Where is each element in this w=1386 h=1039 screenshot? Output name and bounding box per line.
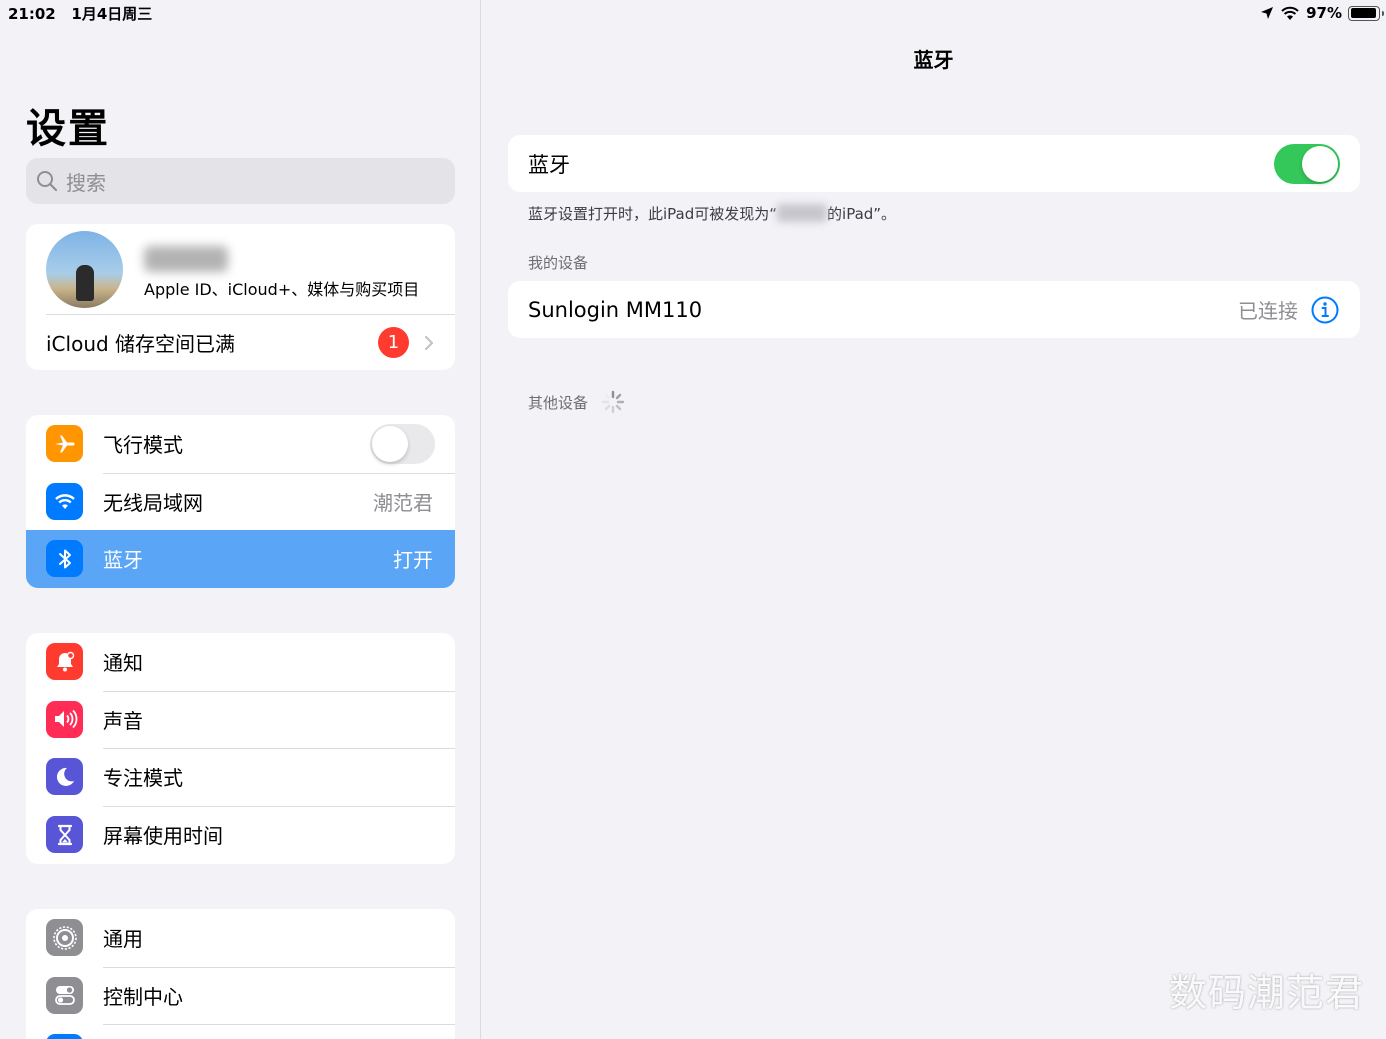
display-icon — [46, 1034, 83, 1039]
sidebar-item-focus[interactable]: 专注模式 — [26, 748, 455, 806]
sidebar-item-label: 专注模式 — [103, 766, 183, 791]
settings-sidebar: 设置 搜索 Apple ID、iCloud+、媒体与购买项目 iCloud 储存… — [0, 0, 481, 1039]
device-name-blurred — [777, 204, 828, 222]
loading-spinner-icon — [601, 390, 625, 414]
sidebar-item-bluetooth[interactable]: 蓝牙 打开 — [26, 530, 455, 588]
device-status: 已连接 — [1238, 299, 1298, 323]
sidebar-item-wifi[interactable]: 无线局域网 潮范君 — [26, 472, 455, 531]
general-group: 通用 控制中心 — [26, 909, 455, 1039]
device-name: Sunlogin MM110 — [528, 297, 703, 322]
page-title: 设置 — [26, 106, 110, 152]
bluetooth-toggle-row: 蓝牙 — [508, 135, 1360, 192]
footnote-suffix: 的iPad”。 — [827, 205, 897, 223]
connectivity-group: 飞行模式 无线局域网 潮范君 蓝牙 打开 — [26, 415, 455, 588]
profile-card: Apple ID、iCloud+、媒体与购买项目 iCloud 储存空间已满 1 — [26, 224, 455, 370]
sidebar-item-next[interactable] — [26, 1024, 455, 1039]
detail-title: 蓝牙 — [913, 48, 954, 72]
sidebar-item-label: 通知 — [103, 651, 143, 676]
bluetooth-label: 蓝牙 — [528, 152, 570, 177]
sidebar-item-label: 蓝牙 — [103, 548, 143, 573]
moon-icon — [46, 758, 83, 796]
footnote-prefix: 蓝牙设置打开时，此iPad可被发现为“ — [528, 205, 778, 223]
avatar — [46, 231, 123, 308]
location-icon — [1261, 7, 1274, 19]
apple-id-row[interactable]: Apple ID、iCloud+、媒体与购买项目 — [26, 224, 455, 314]
icloud-storage-row[interactable]: iCloud 储存空间已满 1 — [26, 314, 455, 370]
bluetooth-status: 打开 — [393, 548, 433, 573]
bluetooth-toggle[interactable] — [1274, 143, 1340, 184]
toggles-icon — [46, 976, 83, 1014]
sidebar-item-notifications[interactable]: 通知 — [26, 633, 455, 691]
speaker-icon — [46, 700, 83, 738]
wifi-icon — [46, 482, 83, 520]
sidebar-item-label: 通用 — [103, 927, 143, 952]
sidebar-item-screen-time[interactable]: 屏幕使用时间 — [26, 805, 455, 864]
profile-name-blurred — [144, 246, 228, 272]
device-row-sunlogin[interactable]: Sunlogin MM110 已连接 — [508, 281, 1360, 338]
battery-percent: 97% — [1306, 4, 1342, 22]
other-devices-header: 其他设备 — [528, 389, 626, 415]
sidebar-item-airplane[interactable]: 飞行模式 — [26, 415, 455, 473]
sidebar-item-label: 控制中心 — [103, 984, 183, 1009]
profile-subtitle: Apple ID、iCloud+、媒体与购买项目 — [144, 280, 420, 299]
sidebar-item-control-center[interactable]: 控制中心 — [26, 966, 455, 1025]
sidebar-item-label: 屏幕使用时间 — [103, 824, 223, 849]
hourglass-icon — [46, 816, 83, 854]
airplane-mode-toggle[interactable] — [370, 423, 435, 464]
bell-icon — [46, 643, 83, 681]
watermark: 数码潮范君 — [1168, 971, 1364, 1015]
bluetooth-icon — [46, 540, 83, 578]
sidebar-item-label: 飞行模式 — [103, 433, 183, 458]
search-input[interactable]: 搜索 — [26, 158, 455, 204]
sidebar-item-label: 声音 — [103, 708, 143, 733]
sidebar-item-label: 无线局域网 — [103, 490, 203, 515]
info-icon[interactable] — [1310, 295, 1340, 325]
wifi-network-name: 潮范君 — [373, 490, 433, 515]
gear-icon — [46, 919, 83, 957]
my-devices-header: 我的设备 — [528, 254, 589, 272]
battery-icon — [1348, 5, 1384, 21]
search-icon — [37, 171, 58, 192]
notification-badge: 1 — [378, 327, 409, 358]
sidebar-item-sounds[interactable]: 声音 — [26, 690, 455, 749]
sidebar-item-general[interactable]: 通用 — [26, 909, 455, 967]
status-indicators: 97% — [1260, 3, 1384, 23]
wifi-status-icon — [1281, 6, 1299, 20]
other-devices-label: 其他设备 — [528, 393, 589, 412]
search-placeholder: 搜索 — [66, 170, 106, 195]
airplane-icon — [46, 425, 83, 463]
icloud-storage-label: iCloud 储存空间已满 — [46, 332, 236, 356]
chevron-right-icon — [424, 335, 434, 350]
notifications-group: 通知 声音 专注模式 屏幕使用时间 — [26, 633, 455, 864]
bluetooth-footnote: 蓝牙设置打开时，此iPad可被发现为“ 的iPad”。 — [528, 203, 896, 224]
